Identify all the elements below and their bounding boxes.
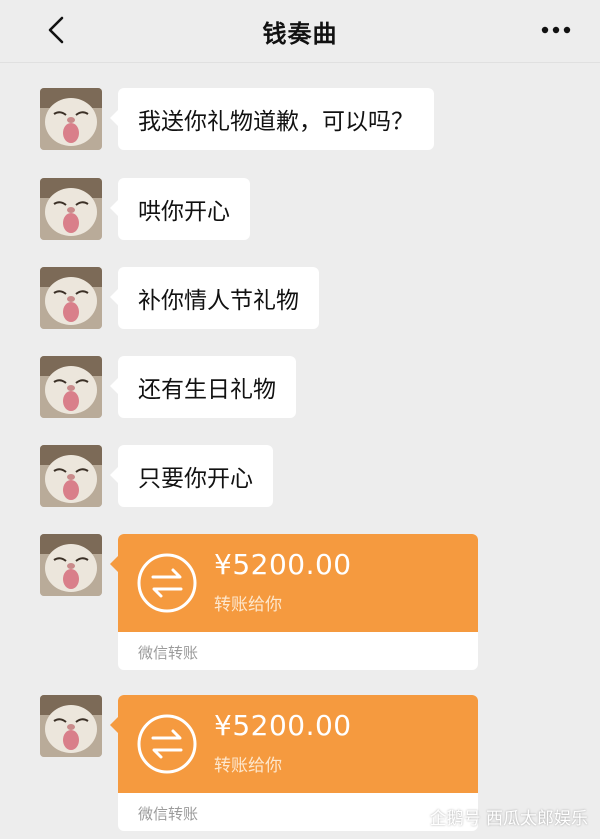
message-bubble[interactable]: 只要你开心 — [110, 445, 273, 507]
transfer-footer-label: 微信转账 — [138, 644, 199, 662]
cat-avatar-icon — [40, 88, 102, 150]
transfer-note: 转账给你 — [214, 756, 282, 776]
message-bubble[interactable]: 补你情人节礼物 — [110, 267, 319, 329]
transfer-amount: ¥5200.00 — [214, 709, 352, 742]
transfer-card[interactable]: ¥5200.00 转账给你 微信转账 — [118, 534, 478, 670]
avatar[interactable] — [40, 356, 102, 418]
cat-avatar-icon — [40, 178, 102, 240]
avatar[interactable] — [40, 534, 102, 596]
message-bubble[interactable]: 我送你礼物道歉，可以吗？ — [110, 88, 434, 150]
watermark-logo-icon — [407, 813, 422, 822]
more-dots-icon — [541, 26, 571, 34]
cat-avatar-icon — [40, 695, 102, 757]
transfer-card-body: ¥5200.00 转账给你 — [118, 534, 478, 632]
more-button[interactable] — [534, 12, 578, 48]
avatar[interactable] — [40, 178, 102, 240]
watermark: 企鹅号 西瓜太郎娱乐 — [406, 804, 588, 829]
transfer-arrows-icon — [137, 714, 197, 774]
chat-title: 钱奏曲 — [262, 20, 338, 48]
bubble-tail — [110, 717, 118, 733]
avatar[interactable] — [40, 695, 102, 757]
avatar[interactable] — [40, 88, 102, 150]
message-bubble[interactable]: 还有生日礼物 — [110, 356, 296, 418]
bubble-tail — [110, 556, 118, 572]
message-bubble[interactable]: 哄你开心 — [110, 178, 250, 240]
cat-avatar-icon — [40, 356, 102, 418]
chat-header: 钱奏曲 — [0, 0, 600, 63]
cat-avatar-icon — [40, 534, 102, 596]
avatar[interactable] — [40, 445, 102, 507]
transfer-arrows-icon — [137, 553, 197, 613]
avatar[interactable] — [40, 267, 102, 329]
transfer-footer-label: 微信转账 — [138, 805, 199, 823]
watermark-text: 企鹅号 西瓜太郎娱乐 — [429, 809, 588, 829]
transfer-card-body: ¥5200.00 转账给你 — [118, 695, 478, 793]
transfer-note: 转账给你 — [214, 595, 282, 615]
transfer-amount: ¥5200.00 — [214, 548, 352, 581]
cat-avatar-icon — [40, 267, 102, 329]
cat-avatar-icon — [40, 445, 102, 507]
